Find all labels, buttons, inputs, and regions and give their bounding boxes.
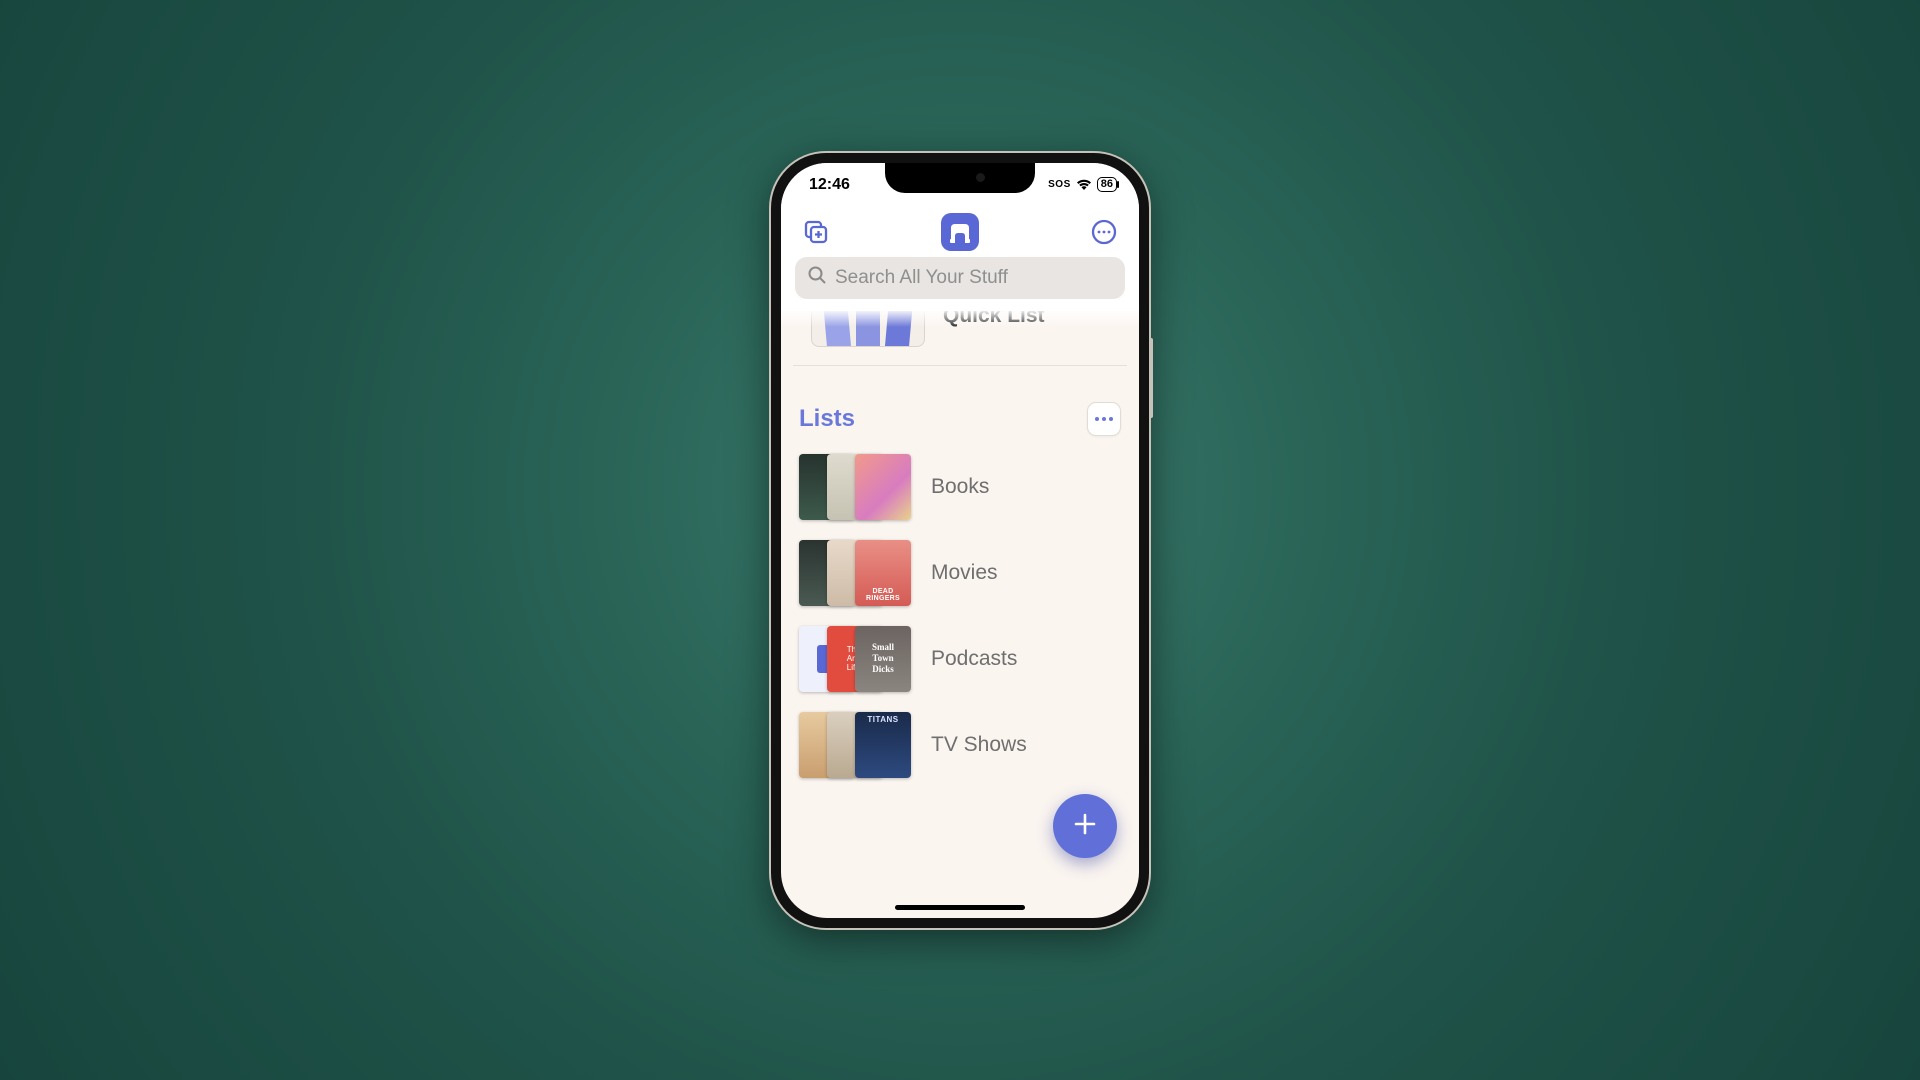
- cover-icon: [855, 454, 911, 520]
- cover-icon: [855, 540, 911, 606]
- notch: [885, 163, 1035, 193]
- status-right: SOS 86: [1048, 177, 1117, 192]
- list-thumbnails: [799, 712, 913, 778]
- more-menu-button[interactable]: [1087, 215, 1121, 249]
- wifi-icon: [1076, 179, 1092, 191]
- add-collection-button[interactable]: [799, 215, 833, 249]
- list-thumbnails: [799, 626, 913, 692]
- app-logo-icon[interactable]: [941, 213, 979, 251]
- list-label: TV Shows: [931, 733, 1027, 757]
- list-thumbnails: [799, 454, 913, 520]
- search-field[interactable]: [795, 257, 1125, 299]
- list-label: Movies: [931, 561, 998, 585]
- cover-icon: [855, 626, 911, 692]
- nav-bar: [781, 207, 1139, 257]
- list-label: Books: [931, 475, 989, 499]
- cover-icon: [855, 712, 911, 778]
- sos-indicator: SOS: [1048, 179, 1071, 190]
- list-row-podcasts[interactable]: Podcasts: [781, 616, 1139, 702]
- add-button[interactable]: [1053, 794, 1117, 858]
- status-time: 12:46: [809, 176, 850, 194]
- list-label: Podcasts: [931, 647, 1017, 671]
- lists-section-title: Lists: [799, 405, 855, 433]
- search-input[interactable]: [835, 267, 1113, 289]
- lists-section-header: Lists: [781, 386, 1139, 444]
- list-row-movies[interactable]: Movies: [781, 530, 1139, 616]
- search-container: [781, 257, 1139, 311]
- home-indicator[interactable]: [895, 905, 1025, 910]
- screen: 12:46 SOS 86: [781, 163, 1139, 918]
- list-row-books[interactable]: Books: [781, 444, 1139, 530]
- phone-frame: 12:46 SOS 86: [771, 153, 1149, 928]
- list-thumbnails: [799, 540, 913, 606]
- plus-icon: [1071, 808, 1099, 844]
- battery-indicator: 86: [1097, 177, 1117, 192]
- lists-more-button[interactable]: [1087, 402, 1121, 436]
- list-row-tv-shows[interactable]: TV Shows: [781, 702, 1139, 788]
- search-icon: [807, 265, 827, 290]
